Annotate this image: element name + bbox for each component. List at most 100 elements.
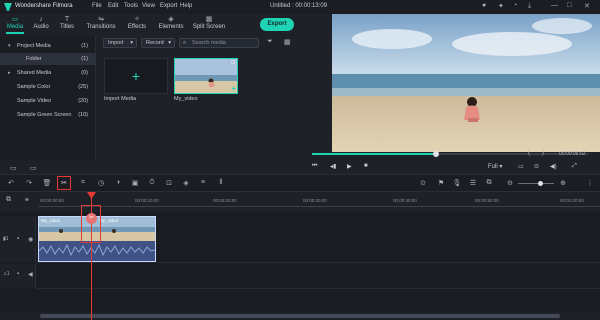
fullscreen-icon[interactable]: ⤢ xyxy=(572,163,577,170)
notification-icon[interactable]: ◔ xyxy=(513,2,517,9)
snapshot-icon[interactable]: ⊙ xyxy=(534,163,539,170)
filmora-logo-icon xyxy=(4,3,12,11)
playback-scrubber[interactable] xyxy=(433,151,440,157)
search-input[interactable]: ⌕ Search media xyxy=(179,38,259,48)
link-icon[interactable]: ⚭ xyxy=(24,196,30,204)
maximize-icon[interactable]: □ xyxy=(567,2,571,9)
media-library-panel: ▾ Project Media (1) Folder (1) ▸ Shared … xyxy=(0,36,96,172)
color-icon[interactable]: ◑ xyxy=(113,179,123,186)
more-icon[interactable]: ⋮ xyxy=(585,179,595,187)
mixer-icon[interactable]: ☰ xyxy=(468,179,478,187)
tab-elements[interactable]: ◈ Elements xyxy=(156,16,186,30)
lock-icon[interactable]: ▪ xyxy=(17,236,19,242)
new-folder-icon[interactable]: ▭ xyxy=(10,164,17,172)
ruler-label: 00:00:20:00 xyxy=(213,198,237,203)
zoom-in-icon[interactable]: ⊕ xyxy=(558,179,568,187)
horizontal-scrollbar-track[interactable] xyxy=(0,312,600,320)
import-dropdown[interactable]: Import ▾ xyxy=(103,38,137,48)
menu-tools[interactable]: Tools xyxy=(124,3,138,9)
zoom-out-icon[interactable]: ⊖ xyxy=(505,179,515,187)
library-item-sample-color[interactable]: Sample Color (25) xyxy=(0,81,96,93)
menu-export[interactable]: Export xyxy=(160,3,177,9)
import-media-tile[interactable]: + xyxy=(104,58,168,94)
prev-frame-icon[interactable]: ⏮ xyxy=(312,163,317,170)
add-track-icon[interactable]: ⧉ xyxy=(6,196,11,204)
minimize-icon[interactable]: — xyxy=(551,2,558,9)
elements-icon: ◈ xyxy=(168,16,174,23)
horizontal-scrollbar-thumb[interactable] xyxy=(40,314,560,318)
freeze-frame-icon[interactable]: ⊡ xyxy=(164,179,174,187)
crop-icon[interactable]: ⌗ xyxy=(78,179,88,187)
speaker-icon[interactable]: ◀ xyxy=(28,271,33,278)
filter-icon[interactable]: ⏷ xyxy=(267,38,273,46)
speed-icon[interactable]: ◷ xyxy=(96,179,106,187)
zoom-slider[interactable] xyxy=(518,181,554,186)
export-button[interactable]: Export xyxy=(260,18,294,31)
library-item-folder[interactable]: Folder (1) xyxy=(0,53,96,65)
menu-help[interactable]: Help xyxy=(180,3,192,9)
library-item-shared-media[interactable]: ▸ Shared Media (0) xyxy=(0,67,96,79)
audio-adjust-icon[interactable]: ≡ xyxy=(198,179,208,186)
redo-icon[interactable]: ↷ xyxy=(24,179,34,187)
mark-in-icon[interactable]: { xyxy=(528,150,530,156)
menu-edit[interactable]: Edit xyxy=(108,3,118,9)
lock-icon[interactable]: ▪ xyxy=(17,271,19,277)
undo-icon[interactable]: ↶ xyxy=(6,179,16,187)
tab-label: Split Screen xyxy=(192,24,226,30)
monitor-icon[interactable]: ▭ xyxy=(518,163,524,170)
folder-icon[interactable]: ▭ xyxy=(30,164,37,172)
library-item-sample-video[interactable]: Sample Video (20) xyxy=(0,95,96,107)
record-dropdown[interactable]: Record ▾ xyxy=(141,38,175,48)
quality-dropdown[interactable]: Full ▾ xyxy=(488,163,502,170)
step-back-icon[interactable]: ◂▮ xyxy=(330,163,336,170)
video-thumbnail[interactable]: + ◻ xyxy=(174,58,238,94)
mic-icon[interactable]: 🎙 xyxy=(452,179,462,187)
text-icon: T xyxy=(64,16,70,23)
account-icon[interactable]: ● xyxy=(482,2,486,9)
menu-view[interactable]: View xyxy=(142,3,155,9)
library-item-project-media[interactable]: ▾ Project Media (1) xyxy=(0,40,96,52)
tab-titles[interactable]: T Titles xyxy=(58,16,76,30)
tab-label: Elements xyxy=(158,24,184,30)
tab-split-screen[interactable]: ▦ Split Screen xyxy=(192,16,226,30)
grid-view-icon[interactable]: ▦ xyxy=(284,38,291,46)
lightbulb-icon[interactable]: ✦ xyxy=(498,2,504,10)
zoom-slider-knob[interactable] xyxy=(538,181,543,186)
duration-icon[interactable]: ⏱ xyxy=(147,179,157,187)
tab-audio[interactable]: ♪ Audio xyxy=(32,16,50,30)
scissors-icon[interactable]: ✂ xyxy=(86,213,97,224)
chevron-down-icon[interactable]: ▾ xyxy=(8,40,11,52)
close-icon[interactable]: ✕ xyxy=(584,2,590,10)
tab-label: Titles xyxy=(59,24,75,30)
delete-icon[interactable]: 🗑 xyxy=(42,179,52,187)
library-item-sample-green-screen[interactable]: Sample Green Screen (10) xyxy=(0,109,96,121)
audio-wave-icon[interactable]: ⫴ xyxy=(216,179,226,187)
document-title: Untitled : 00:00:13:09 xyxy=(270,3,328,9)
title-bar: Wondershare Filmora File Edit Tools View… xyxy=(0,0,600,14)
tab-transitions[interactable]: ⇋ Transitions xyxy=(84,16,118,30)
add-to-timeline-icon[interactable]: + xyxy=(231,84,236,93)
keyframe-icon[interactable]: ◈ xyxy=(181,179,191,187)
beach-thumbnail-image xyxy=(175,59,237,93)
tab-effects[interactable]: ✧ Effects xyxy=(124,16,150,30)
volume-icon[interactable]: ◀) xyxy=(550,163,557,170)
marker-icon[interactable]: ⚑ xyxy=(436,179,446,187)
media-area: Import ▾ Record ▾ ⌕ Search media ⏷ ▦ + I… xyxy=(97,36,302,160)
eye-icon[interactable]: ◉ xyxy=(28,236,33,243)
preview-video xyxy=(332,14,600,152)
mark-out-icon[interactable]: } xyxy=(542,150,544,156)
preview-panel: { } 00:00:06:02 ⏮ ◂▮ ▶ ■ Full ▾ ▭ ⊙ ◀) ⤢ xyxy=(304,14,600,174)
playback-progress-bar[interactable] xyxy=(312,151,588,157)
track-divider xyxy=(36,288,600,289)
tab-media[interactable]: ▭ Media xyxy=(6,16,24,30)
render-icon[interactable]: ⊙ xyxy=(418,179,428,187)
chevron-right-icon[interactable]: ▸ xyxy=(8,67,11,79)
menu-file[interactable]: File xyxy=(92,3,102,9)
green-screen-icon[interactable]: ▣ xyxy=(130,179,140,187)
download-icon[interactable]: ⤓ xyxy=(528,2,531,10)
snap-icon[interactable]: ⧉ xyxy=(484,179,494,187)
library-item-label: Sample Color xyxy=(17,84,51,90)
checkbox-icon[interactable]: ◻ xyxy=(231,59,235,65)
stop-icon[interactable]: ■ xyxy=(364,163,368,169)
play-icon[interactable]: ▶ xyxy=(347,163,352,170)
